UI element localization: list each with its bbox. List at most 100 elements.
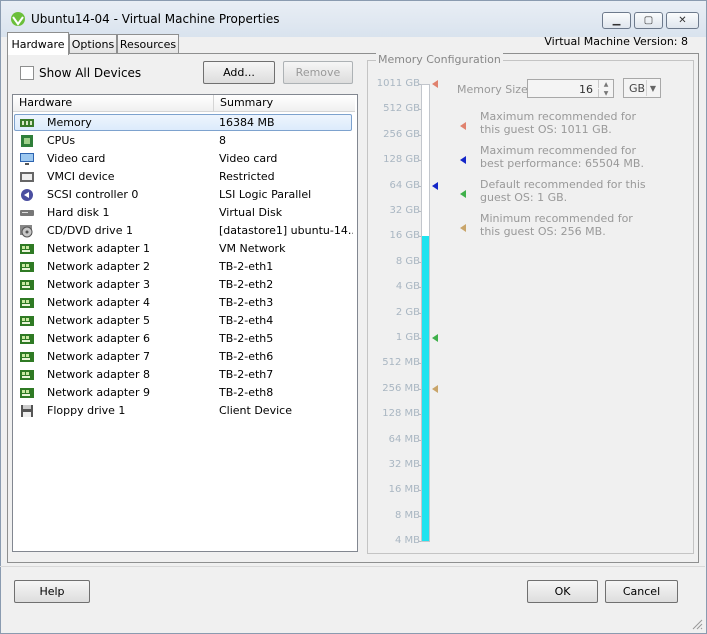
hardware-row[interactable]: Network adapter 8 TB-2-eth7 [13, 366, 355, 384]
hardware-summary: Restricted [219, 170, 275, 183]
scale-tick [418, 414, 421, 416]
scale-tick [418, 338, 421, 339]
hardware-row[interactable]: Network adapter 7 TB-2-eth6 [13, 348, 355, 366]
network-adapter-icon [20, 280, 34, 290]
cancel-button[interactable]: Cancel [605, 580, 678, 603]
hardware-name: Network adapter 1 [47, 242, 150, 255]
hardware-row[interactable]: Network adapter 5 TB-2-eth4 [13, 312, 355, 330]
hardware-summary: VM Network [219, 242, 286, 255]
spin-down-icon[interactable]: ▼ [598, 89, 613, 97]
scale-tick [418, 363, 421, 365]
hardware-row[interactable]: Hard disk 1 Virtual Disk [13, 204, 355, 222]
scale-tick [418, 388, 421, 390]
hardware-row[interactable]: Network adapter 3 TB-2-eth2 [13, 276, 355, 294]
hardware-row[interactable]: Network adapter 4 TB-2-eth3 [13, 294, 355, 312]
hardware-summary: TB-2-eth4 [219, 314, 274, 327]
hardware-row[interactable]: Network adapter 9 TB-2-eth8 [13, 384, 355, 402]
recommendation-marker-icon[interactable] [432, 80, 438, 88]
recommendation-marker-icon[interactable] [432, 384, 438, 393]
network-adapter-icon [20, 388, 34, 398]
floppy-icon [21, 405, 33, 417]
hardware-name: Network adapter 7 [47, 350, 150, 363]
hardware-row[interactable]: Memory 16384 MB [13, 114, 355, 132]
add-button[interactable]: Add... [203, 61, 275, 84]
legend-text: Minimum recommended for this guest OS: 2… [480, 212, 633, 238]
legend-marker-icon [460, 190, 466, 198]
scale-tick [418, 312, 421, 314]
memory-unit-select[interactable]: GB ▼ [623, 78, 661, 98]
hardware-row[interactable]: Network adapter 6 TB-2-eth5 [13, 330, 355, 348]
hardware-summary: 8 [219, 134, 226, 147]
scale-tick [418, 134, 421, 136]
hardware-name: CPUs [47, 134, 76, 147]
spin-up-icon[interactable]: ▲ [598, 80, 613, 88]
maximize-button[interactable]: ▢ [634, 12, 663, 29]
scale-label: 512 MB [382, 357, 420, 369]
tab-hardware[interactable]: Hardware [7, 32, 69, 55]
resize-grip-icon[interactable] [691, 618, 703, 630]
column-header-summary[interactable]: Summary [214, 95, 355, 112]
scale-label: 4 GB [395, 281, 420, 293]
chevron-down-icon: ▼ [646, 80, 659, 96]
hardware-summary: Video card [219, 152, 278, 165]
memory-size-value: 16 [579, 83, 593, 96]
close-button[interactable]: ✕ [666, 12, 699, 29]
hardware-name: Network adapter 3 [47, 278, 150, 291]
minimize-button[interactable]: ▁ [602, 12, 631, 29]
recommendation-marker-icon[interactable] [432, 181, 438, 190]
hardware-summary: TB-2-eth5 [219, 332, 274, 345]
hardware-name: Network adapter 6 [47, 332, 150, 345]
scale-tick [418, 515, 421, 517]
hardware-summary: TB-2-eth1 [219, 260, 274, 273]
hardware-summary: TB-2-eth3 [219, 296, 274, 309]
scale-label: 128 MB [382, 408, 420, 420]
hardware-name: Floppy drive 1 [47, 404, 126, 417]
remove-button[interactable]: Remove [283, 61, 353, 84]
network-adapter-icon [20, 370, 34, 380]
hardware-row[interactable]: VMCI device Restricted [13, 168, 355, 186]
scale-label: 2 GB [395, 306, 420, 318]
hardware-row[interactable]: Video card Video card [13, 150, 355, 168]
network-adapter-icon [20, 298, 34, 308]
memory-unit-value: GB [629, 82, 646, 95]
scale-tick [418, 490, 421, 492]
scale-tick [418, 236, 421, 238]
column-header-hardware[interactable]: Hardware [13, 95, 214, 112]
scale-tick [418, 211, 421, 212]
scale-tick [418, 439, 421, 441]
title-bar[interactable]: Ubuntu14-04 - Virtual Machine Properties… [1, 1, 706, 37]
hardware-summary: TB-2-eth6 [219, 350, 274, 363]
scale-tick [418, 465, 421, 466]
help-button[interactable]: Help [14, 580, 90, 603]
scale-tick [418, 160, 421, 162]
network-adapter-icon [20, 262, 34, 272]
hardware-summary: TB-2-eth2 [219, 278, 274, 291]
hardware-name: Network adapter 9 [47, 386, 150, 399]
hardware-row[interactable]: CPUs 8 [13, 132, 355, 150]
hardware-summary: Client Device [219, 404, 292, 417]
show-all-devices-checkbox[interactable] [20, 66, 34, 80]
ok-button[interactable]: OK [527, 580, 598, 603]
scale-label: 128 GB [383, 154, 420, 166]
scale-label: 4 MB [394, 535, 420, 547]
recommendation-marker-icon[interactable] [432, 334, 438, 342]
hardware-summary: [datastore1] ubuntu-14... [219, 224, 353, 237]
hardware-row[interactable]: SCSI controller 0 LSI Logic Parallel [13, 186, 355, 204]
hardware-name: SCSI controller 0 [47, 188, 139, 201]
hardware-name: Hard disk 1 [47, 206, 110, 219]
scale-tick [418, 261, 421, 263]
tab-options[interactable]: Options [69, 34, 117, 53]
hardware-row[interactable]: Network adapter 1 VM Network [13, 240, 355, 258]
hardware-row[interactable]: CD/DVD drive 1 [datastore1] ubuntu-14... [13, 222, 355, 240]
hardware-list[interactable]: Hardware Summary Memory 16384 MB CPUs 8 Vide… [12, 94, 358, 552]
hardware-summary: Virtual Disk [219, 206, 283, 219]
hardware-summary: 16384 MB [219, 116, 275, 129]
hardware-row[interactable]: Network adapter 2 TB-2-eth1 [13, 258, 355, 276]
memory-size-input[interactable]: 16 ▲ ▼ [527, 79, 614, 98]
scale-label: 8 GB [395, 255, 420, 267]
network-adapter-icon [20, 334, 34, 344]
hardware-row[interactable]: Floppy drive 1 Client Device [13, 402, 355, 420]
show-all-devices-label[interactable]: Show All Devices [39, 66, 141, 80]
tab-resources[interactable]: Resources [117, 34, 179, 53]
memory-slider-fill[interactable] [422, 236, 429, 541]
